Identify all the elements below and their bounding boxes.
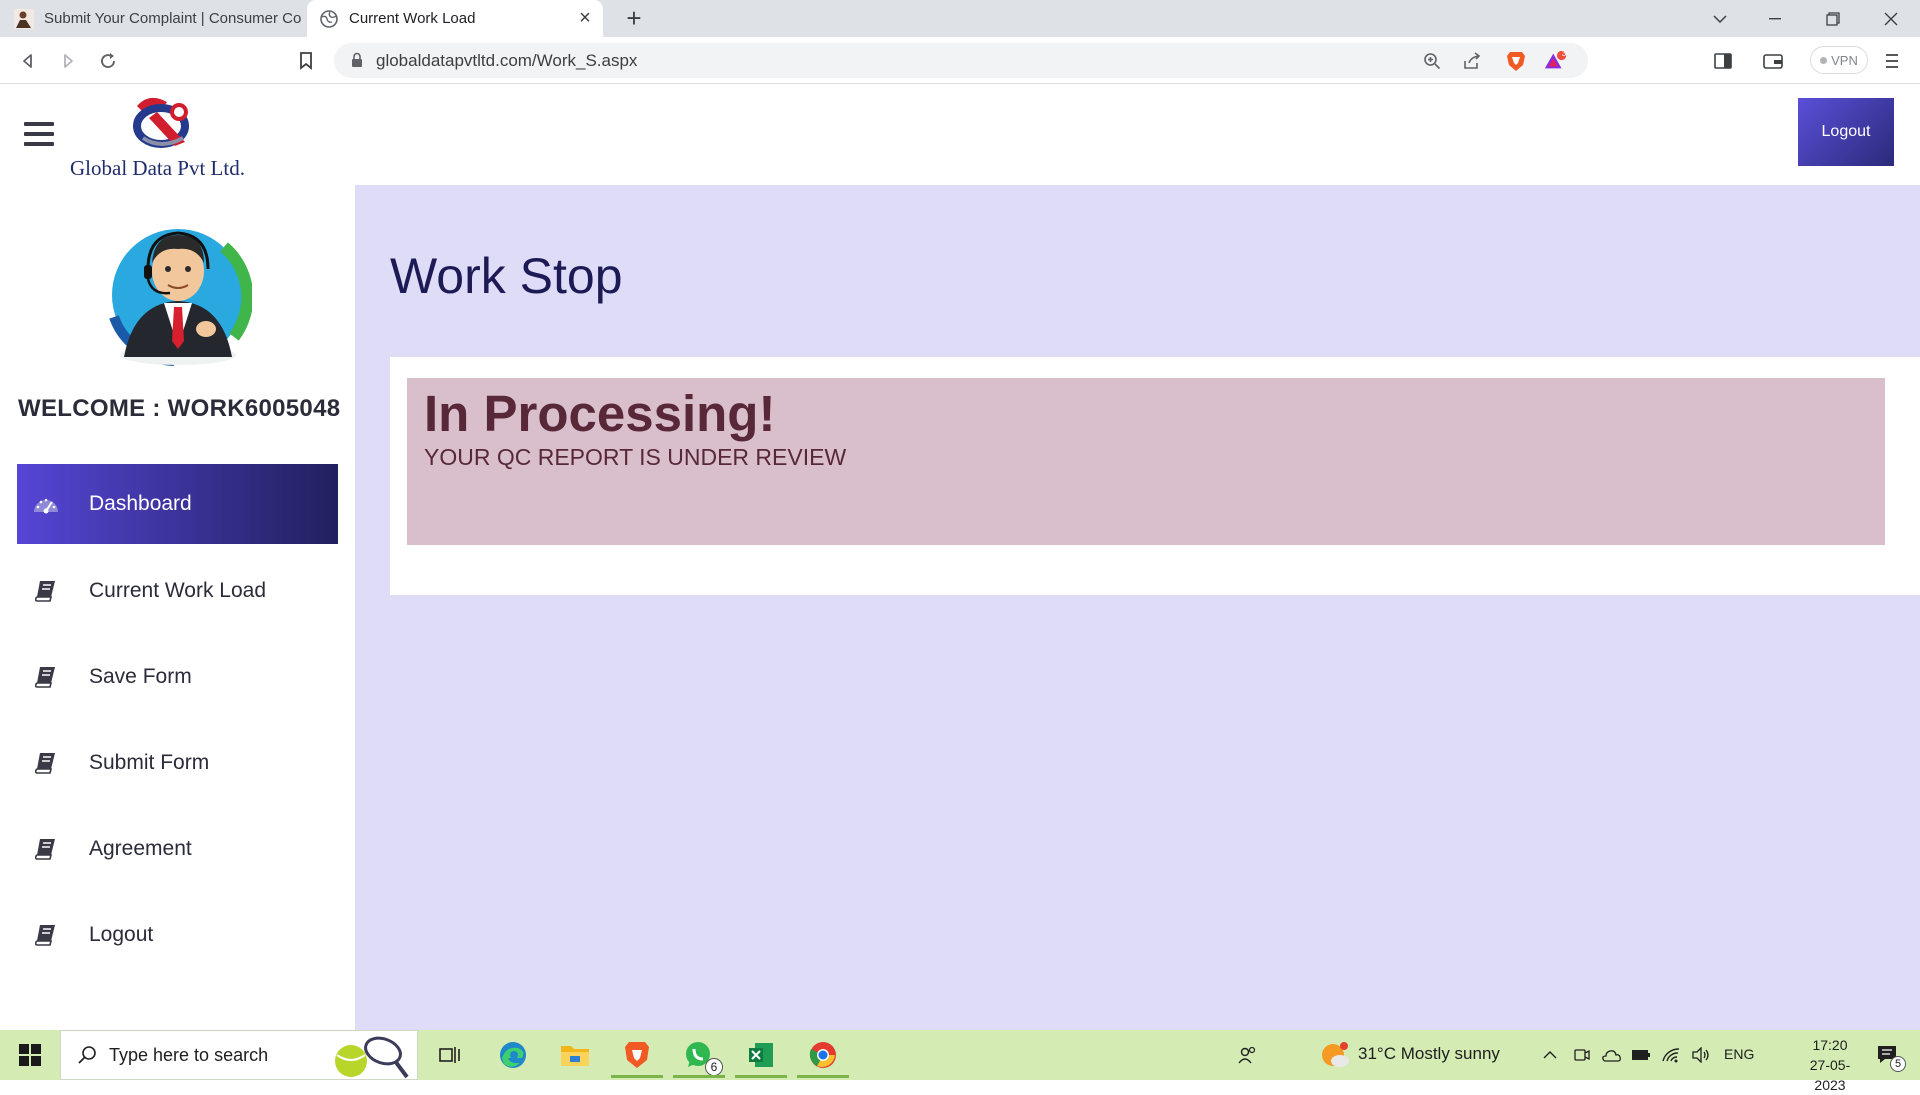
global-data-logo <box>133 97 189 148</box>
vpn-status-dot <box>1820 56 1828 64</box>
vpn-button[interactable]: VPN <box>1810 46 1868 74</box>
reload-button[interactable] <box>94 47 122 75</box>
minimize-button[interactable] <box>1752 0 1798 37</box>
task-view-icon[interactable] <box>420 1032 480 1078</box>
hamburger-menu-icon[interactable] <box>24 122 54 146</box>
page-title: Work Stop <box>390 248 623 304</box>
windows-taskbar: Type here to search 6 31°C Mostly sunny <box>0 1030 1920 1093</box>
sidebar-item-logout[interactable]: Logout <box>17 895 338 975</box>
show-hidden-icons-chevron-icon[interactable] <box>1538 1030 1562 1080</box>
sidebar-toggle-icon[interactable] <box>1709 47 1737 75</box>
main-content: Work Stop In Processing! YOUR QC REPORT … <box>355 185 1920 1030</box>
share-icon[interactable] <box>1460 49 1484 73</box>
sidebar-item-label: Current Work Load <box>89 579 267 602</box>
clock-date: 27-05-2023 <box>1809 1057 1851 1093</box>
tachometer-icon <box>33 491 59 517</box>
bookmark-icon[interactable] <box>292 47 320 75</box>
forward-button[interactable] <box>54 47 82 75</box>
sidebar-item-label: Save Form <box>89 665 192 688</box>
rewards-badge: 3 <box>1561 49 1567 58</box>
sidebar-item-dashboard[interactable]: Dashboard <box>17 464 338 544</box>
processing-alert: In Processing! YOUR QC REPORT IS UNDER R… <box>407 378 1885 545</box>
weather-sun-icon[interactable] <box>1318 1030 1352 1080</box>
notification-badge: 5 <box>1890 1056 1906 1072</box>
wallet-icon[interactable] <box>1759 47 1787 75</box>
book-icon <box>33 836 59 862</box>
support-agent-avatar <box>109 229 252 366</box>
close-tab-icon[interactable]: × <box>575 7 595 29</box>
taskbar-clock[interactable]: 17:20 27-05-2023 <box>1800 1035 1860 1095</box>
sidebar-item-label: Agreement <box>89 837 192 860</box>
book-icon <box>33 664 59 690</box>
site-header: Global Data Pvt Ltd. Logout <box>0 84 1920 185</box>
taskbar-search-input[interactable]: Type here to search <box>60 1030 418 1080</box>
tab-current-work-load[interactable]: Current Work Load × <box>307 0 603 37</box>
brave-browser-icon[interactable] <box>607 1032 667 1078</box>
onedrive-icon[interactable] <box>1598 1030 1624 1080</box>
people-icon[interactable] <box>1232 1030 1262 1080</box>
windows-start-icon[interactable] <box>0 1030 60 1080</box>
browser-toolbar: globaldatapvtltd.com/Work_S.aspx 3 VPN <box>0 37 1920 84</box>
brave-shields-icon[interactable] <box>1504 49 1528 73</box>
alert-message: YOUR QC REPORT IS UNDER REVIEW <box>424 444 847 470</box>
browser-tab-strip: Submit Your Complaint | Consumer Co Curr… <box>0 0 1920 37</box>
vpn-label: VPN <box>1831 52 1858 68</box>
tennis-racket-icon <box>335 1036 409 1079</box>
chrome-icon[interactable] <box>793 1032 853 1078</box>
close-window-button[interactable] <box>1868 0 1914 37</box>
tab-submit-complaint[interactable]: Submit Your Complaint | Consumer Co <box>0 0 307 37</box>
file-explorer-icon[interactable] <box>545 1032 605 1078</box>
whatsapp-badge: 6 <box>705 1058 723 1076</box>
menu-icon[interactable] <box>1878 47 1906 75</box>
clock-time: 17:20 <box>1812 1037 1848 1053</box>
restore-button[interactable] <box>1810 0 1856 37</box>
alert-heading: In Processing! <box>424 385 776 442</box>
logo-text: Global Data Pvt Ltd. <box>70 156 245 180</box>
edge-icon[interactable] <box>483 1032 543 1078</box>
sidebar-item-label: Logout <box>89 923 154 946</box>
address-bar[interactable]: globaldatapvtltd.com/Work_S.aspx 3 <box>334 43 1588 78</box>
wifi-icon[interactable] <box>1658 1030 1684 1080</box>
book-icon <box>33 750 59 776</box>
search-placeholder: Type here to search <box>109 1044 269 1065</box>
weather-text[interactable]: 31°C Mostly sunny <box>1358 1044 1500 1064</box>
url-text: globaldatapvtltd.com/Work_S.aspx <box>376 51 638 70</box>
status-card: In Processing! YOUR QC REPORT IS UNDER R… <box>390 357 1920 595</box>
battery-icon[interactable] <box>1628 1030 1654 1080</box>
zoom-icon[interactable] <box>1420 49 1444 73</box>
tab-search-chevron-icon[interactable] <box>1697 0 1743 37</box>
language-indicator[interactable]: ENG <box>1724 1046 1754 1062</box>
notification-center-icon[interactable]: 5 <box>1866 1030 1910 1080</box>
sidebar-item-label: Submit Form <box>89 751 210 774</box>
person-favicon-icon <box>14 8 34 29</box>
brave-rewards-icon[interactable]: 3 <box>1544 49 1568 73</box>
sidebar-item-label: Dashboard <box>89 492 192 515</box>
sidebar-item-current-work-load[interactable]: Current Work Load <box>17 551 338 631</box>
new-tab-button[interactable]: + <box>620 3 648 33</box>
globe-icon <box>320 9 338 28</box>
volume-icon[interactable] <box>1688 1030 1714 1080</box>
sidebar: WELCOME : WORK6005048 Dashboard Current … <box>0 185 355 1030</box>
book-icon <box>33 578 59 604</box>
book-icon <box>33 922 59 948</box>
sidebar-item-submit-form[interactable]: Submit Form <box>17 723 338 803</box>
sidebar-item-save-form[interactable]: Save Form <box>17 637 338 717</box>
lock-icon <box>352 52 362 67</box>
whatsapp-icon[interactable]: 6 <box>669 1032 729 1078</box>
logout-button[interactable]: Logout <box>1798 98 1894 166</box>
back-button[interactable] <box>14 47 42 75</box>
search-icon <box>78 1046 96 1064</box>
meet-now-icon[interactable] <box>1570 1030 1594 1080</box>
sidebar-item-agreement[interactable]: Agreement <box>17 809 338 889</box>
tab-title: Current Work Load <box>349 10 476 27</box>
tab-title: Submit Your Complaint | Consumer Co <box>44 10 302 27</box>
welcome-text: WELCOME : WORK6005048 <box>18 395 341 422</box>
excel-icon[interactable] <box>731 1032 791 1078</box>
